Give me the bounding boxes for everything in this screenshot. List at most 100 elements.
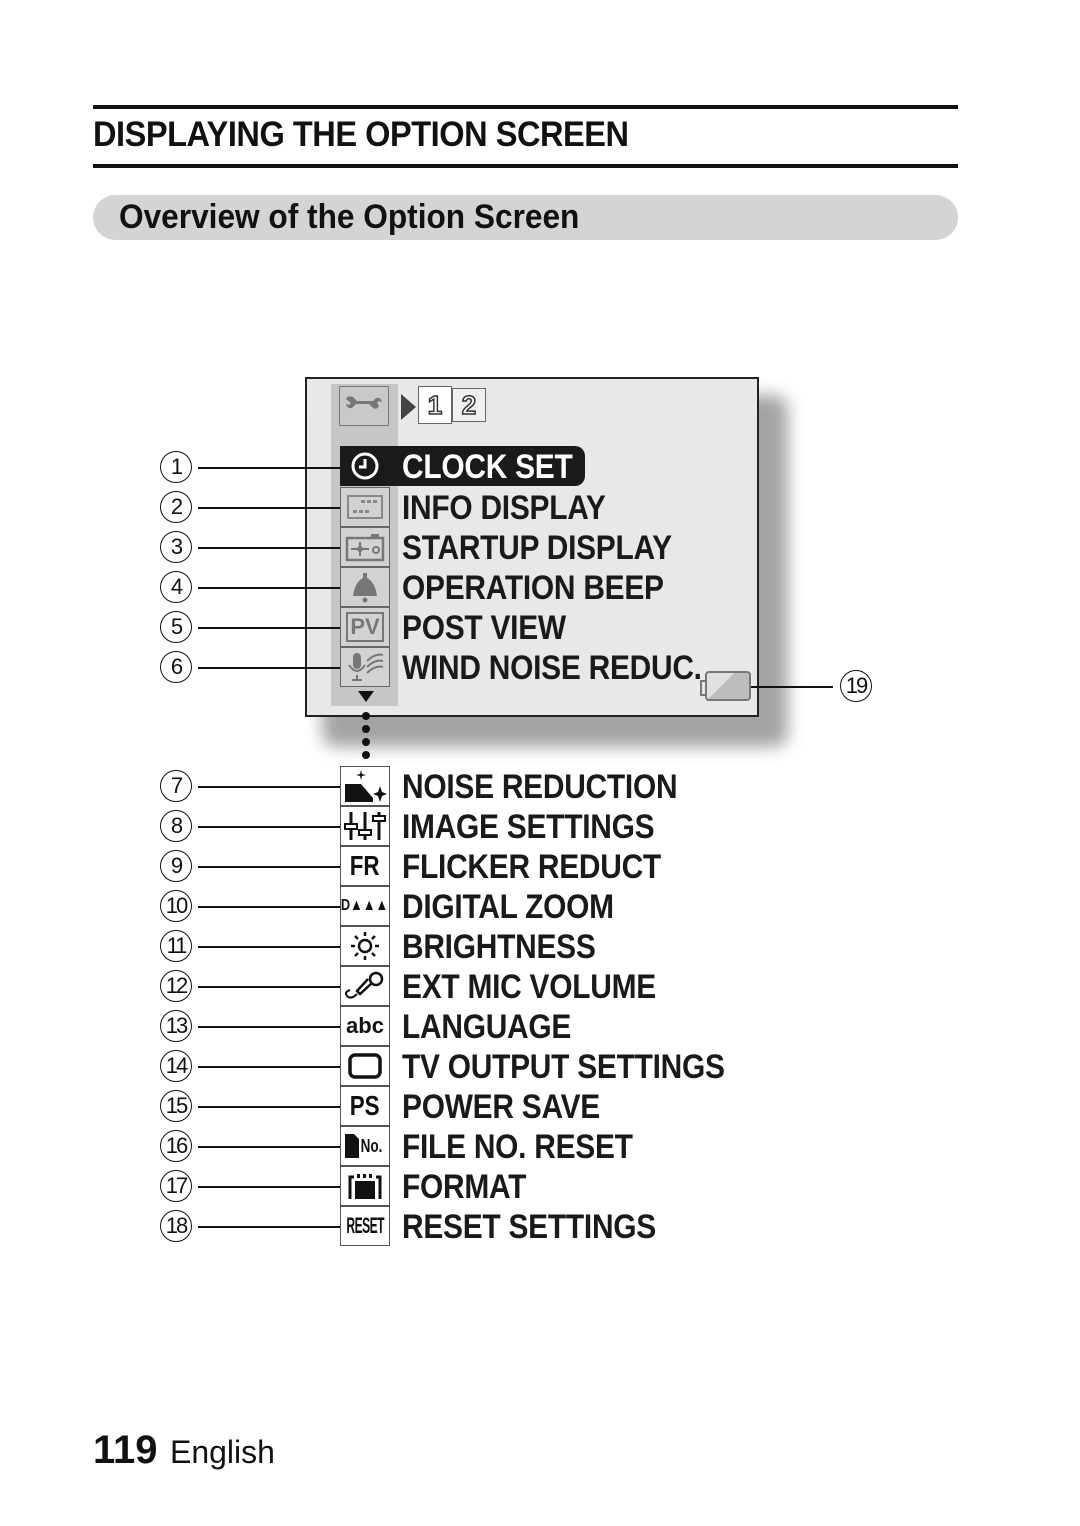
menu-item-label: RESET SETTINGS xyxy=(402,1208,656,1246)
page-number: 119 xyxy=(93,1428,158,1472)
menu-item-ext-mic-volume[interactable]: EXT MIC VOLUME xyxy=(340,966,840,1006)
menu-item-label: POST VIEW xyxy=(402,609,566,647)
info-display-icon xyxy=(340,487,390,527)
format-card-icon xyxy=(340,1166,390,1206)
callout-line xyxy=(198,467,340,469)
menu-item-label: TV OUTPUT SETTINGS xyxy=(402,1048,725,1086)
menu-item-digital-zoom[interactable]: D▲▲▲ DIGITAL ZOOM xyxy=(340,886,840,926)
menu-item-label: FORMAT xyxy=(402,1168,527,1206)
callout-number: 2 xyxy=(160,491,192,523)
callout-line xyxy=(198,986,340,988)
menu-item-label: WIND NOISE REDUC. xyxy=(402,649,702,687)
page-tab-2[interactable]: 2 xyxy=(452,388,486,422)
callout-line xyxy=(198,866,340,868)
sun-icon xyxy=(340,926,390,966)
callout-number: 12 xyxy=(160,970,192,1002)
page-tab-1[interactable]: 1 xyxy=(418,386,452,424)
menu-item-label: EXT MIC VOLUME xyxy=(402,968,656,1006)
sliders-icon xyxy=(340,806,390,846)
callout-number: 15 xyxy=(160,1090,192,1122)
callout-number: 10 xyxy=(160,890,192,922)
menu-item-image-settings[interactable]: IMAGE SETTINGS xyxy=(340,806,840,846)
menu-item-flicker-reduct[interactable]: FR FLICKER REDUCT xyxy=(340,846,840,886)
file-no-icon: No. xyxy=(340,1126,390,1166)
menu-item-operation-beep[interactable]: OPERATION BEEP xyxy=(340,567,840,607)
battery-icon xyxy=(700,671,751,701)
menu-item-label: CLOCK SET xyxy=(402,448,573,486)
menu-item-label: DIGITAL ZOOM xyxy=(402,888,614,926)
menu-item-language[interactable]: abc LANGUAGE xyxy=(340,1006,840,1046)
callout-number: 14 xyxy=(160,1050,192,1082)
menu-item-info-display[interactable]: INFO DISPLAY xyxy=(340,487,840,527)
callout-line xyxy=(198,1186,340,1188)
connector-dot xyxy=(362,751,370,759)
menu-item-reset-settings[interactable]: RESET RESET SETTINGS xyxy=(340,1206,840,1246)
fr-icon: FR xyxy=(340,846,390,886)
callout-line xyxy=(198,1066,340,1068)
connector-dot xyxy=(362,725,370,733)
callout-number: 11 xyxy=(160,930,192,962)
callout-number: 4 xyxy=(160,571,192,603)
menu-item-label: INFO DISPLAY xyxy=(402,489,606,527)
callout-number: 7 xyxy=(160,770,192,802)
heading-rule-bottom xyxy=(93,164,958,168)
menu-item-wind-noise-reduc[interactable]: WIND NOISE REDUC. xyxy=(340,647,840,687)
ps-icon: PS xyxy=(340,1086,390,1126)
page-footer: 119 English xyxy=(93,1428,275,1473)
callout-line xyxy=(198,906,340,908)
menu-item-label: FILE NO. RESET xyxy=(402,1128,633,1166)
menu-item-brightness[interactable]: BRIGHTNESS xyxy=(340,926,840,966)
menu-item-file-no-reset[interactable]: No. FILE NO. RESET xyxy=(340,1126,840,1166)
pv-icon: PV xyxy=(340,607,390,647)
language-label: English xyxy=(169,1434,275,1470)
callout-number-19: 19 xyxy=(840,670,872,702)
connector-dot xyxy=(362,712,370,720)
callout-line xyxy=(198,946,340,948)
bell-icon xyxy=(340,567,390,607)
reset-icon: RESET xyxy=(340,1206,390,1246)
menu-item-power-save[interactable]: PS POWER SAVE xyxy=(340,1086,840,1126)
section-title: DISPLAYING THE OPTION SCREEN xyxy=(93,115,629,154)
subsection-banner: Overview of the Option Screen xyxy=(93,195,958,240)
menu-item-label: BRIGHTNESS xyxy=(402,928,596,966)
startup-display-icon xyxy=(340,527,390,567)
callout-line xyxy=(198,1146,340,1148)
heading-rule-top xyxy=(93,105,958,109)
callout-line xyxy=(198,587,340,589)
menu-item-label: STARTUP DISPLAY xyxy=(402,529,672,567)
menu-item-startup-display[interactable]: STARTUP DISPLAY xyxy=(340,527,840,567)
digital-zoom-icon: D▲▲▲ xyxy=(340,886,390,926)
callout-number: 13 xyxy=(160,1010,192,1042)
menu-item-label: OPERATION BEEP xyxy=(402,569,664,607)
tv-icon xyxy=(340,1046,390,1086)
play-triangle-icon xyxy=(401,394,416,420)
abc-icon: abc xyxy=(340,1006,390,1046)
callout-number: 8 xyxy=(160,810,192,842)
noise-reduction-icon xyxy=(340,766,390,806)
callout-number: 6 xyxy=(160,651,192,683)
wrench-icon[interactable] xyxy=(339,386,389,426)
callout-line xyxy=(751,686,833,688)
callout-line xyxy=(198,1226,340,1228)
menu-item-noise-reduction[interactable]: NOISE REDUCTION xyxy=(340,766,840,806)
callout-number: 17 xyxy=(160,1170,192,1202)
down-triangle-icon xyxy=(358,691,374,702)
callout-line xyxy=(198,826,340,828)
callout-number: 9 xyxy=(160,850,192,882)
menu-item-clock-set[interactable]: CLOCK SET xyxy=(340,446,840,486)
menu-item-post-view[interactable]: PV POST VIEW xyxy=(340,607,840,647)
callout-number: 1 xyxy=(160,451,192,483)
menu-item-tv-output-settings[interactable]: TV OUTPUT SETTINGS xyxy=(340,1046,840,1086)
menu-item-label: NOISE REDUCTION xyxy=(402,768,678,806)
callout-line xyxy=(198,1026,340,1028)
connector-dot xyxy=(362,738,370,746)
callout-line xyxy=(198,1106,340,1108)
menu-item-format[interactable]: FORMAT xyxy=(340,1166,840,1206)
callout-number: 16 xyxy=(160,1130,192,1162)
callout-number: 5 xyxy=(160,611,192,643)
subsection-title: Overview of the Option Screen xyxy=(119,198,580,236)
callout-line xyxy=(198,786,340,788)
callout-line xyxy=(198,507,340,509)
callout-number: 3 xyxy=(160,531,192,563)
menu-item-label: LANGUAGE xyxy=(402,1008,572,1046)
